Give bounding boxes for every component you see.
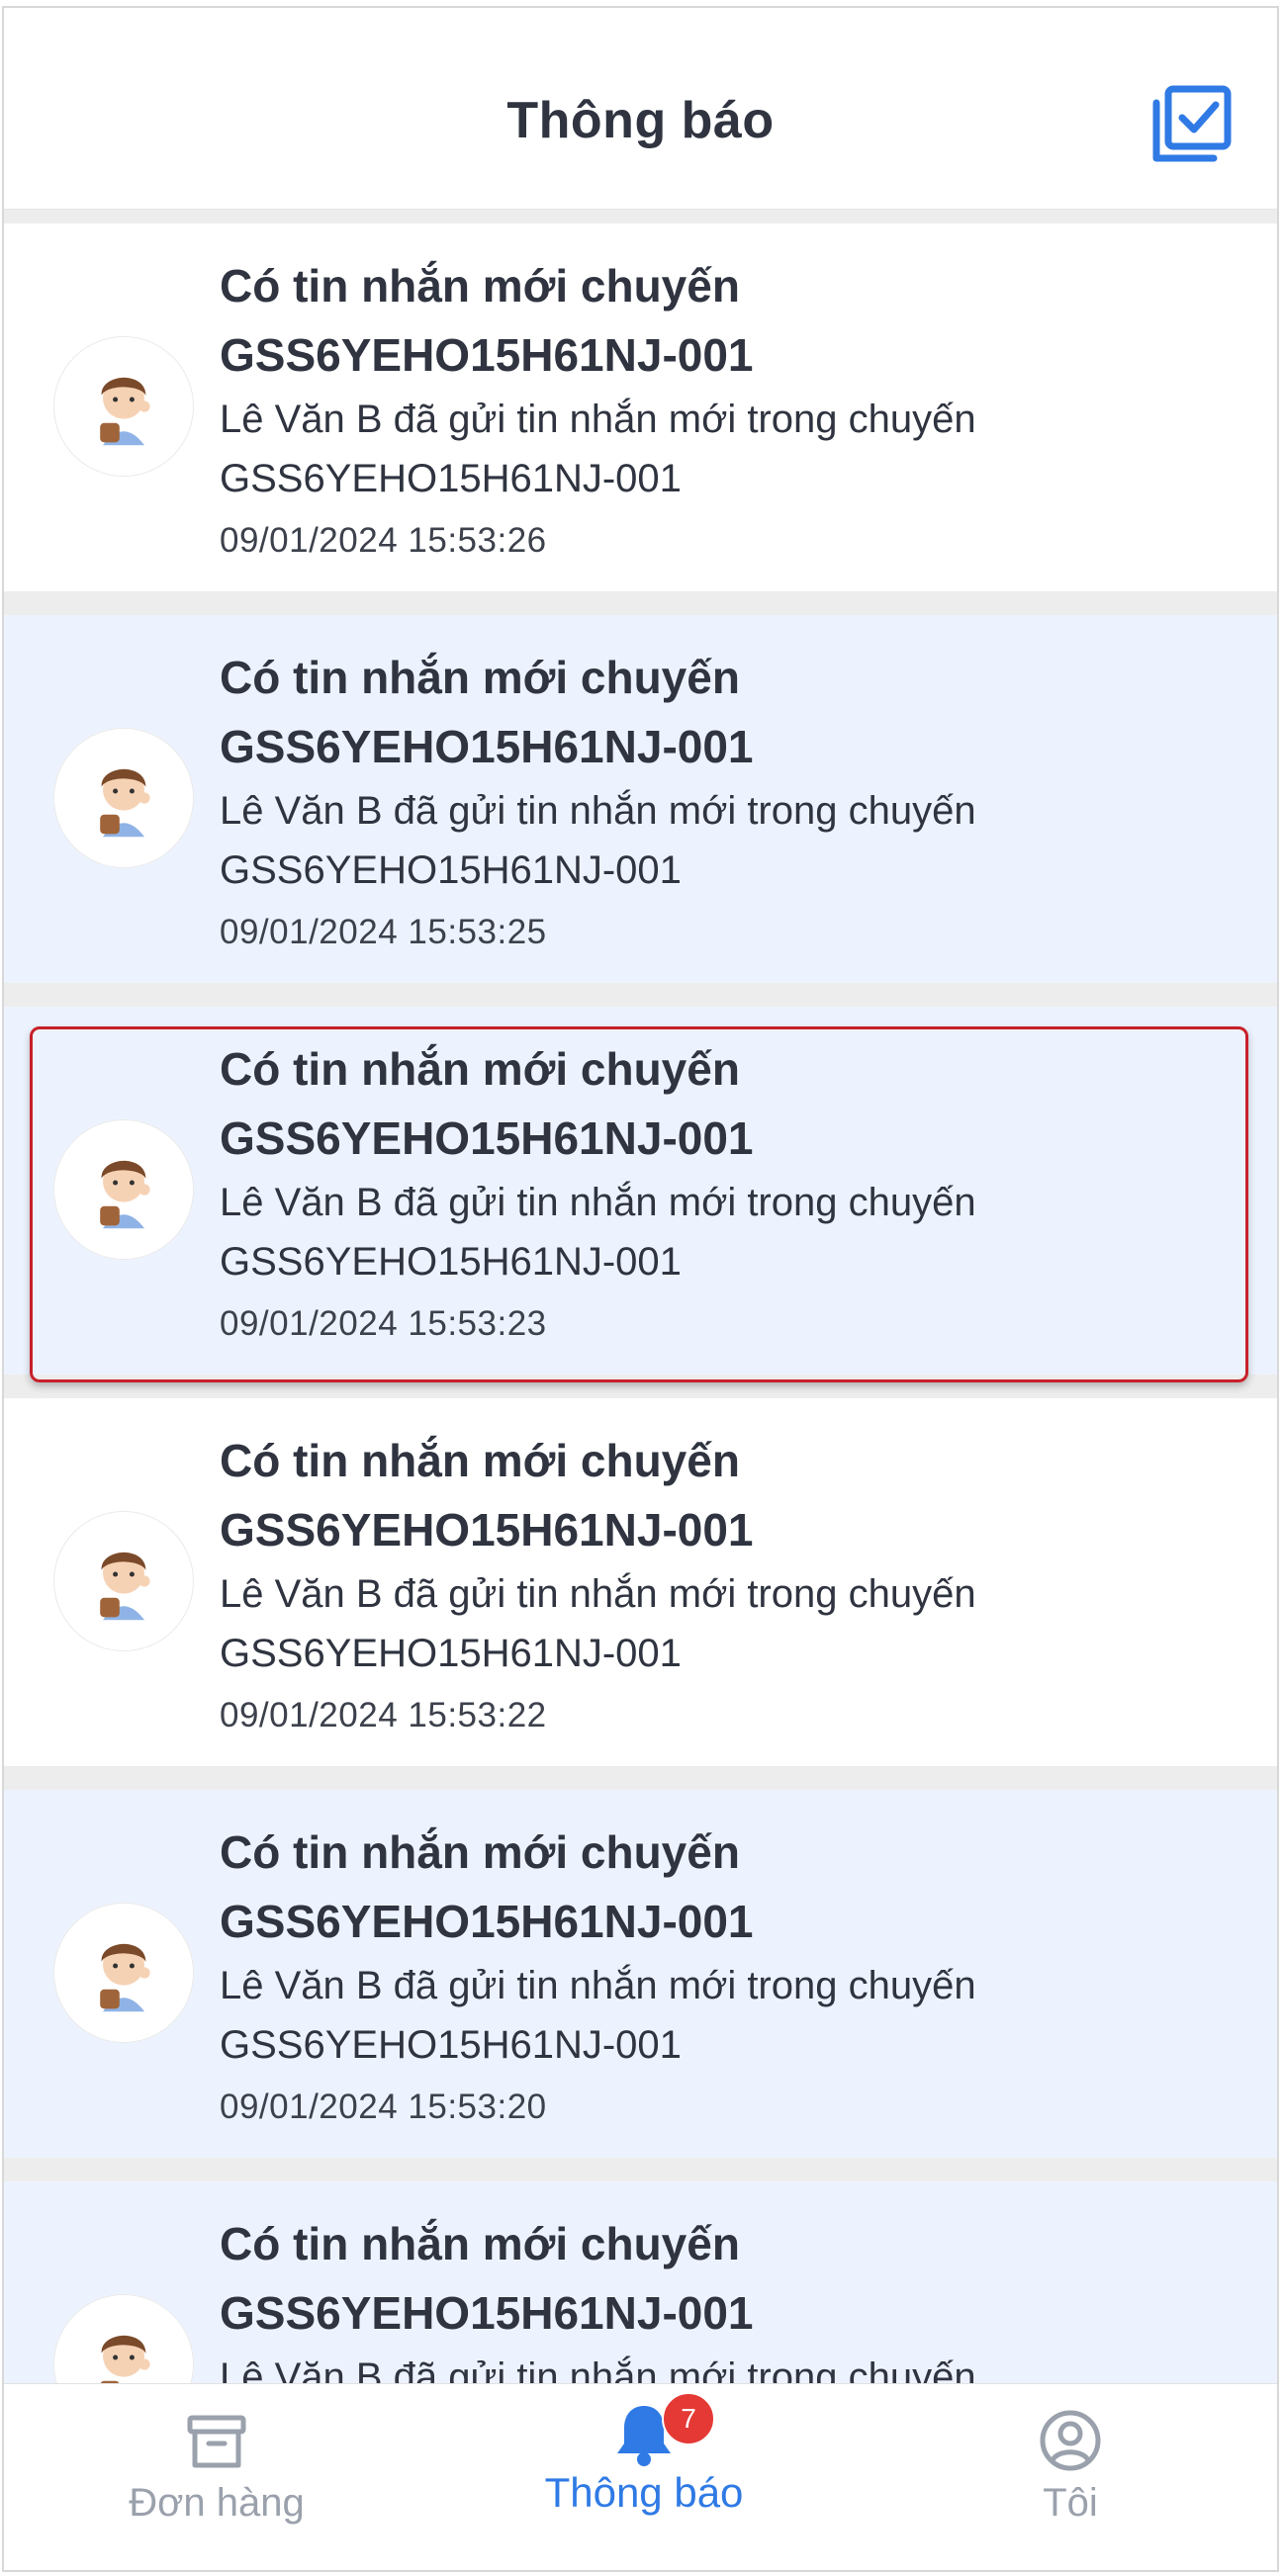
notification-time: 09/01/2024 15:53:20	[220, 2087, 547, 2126]
tab-notifications[interactable]: 7 Thông báo	[496, 2384, 792, 2570]
notification-time: 09/01/2024 15:53:23	[220, 1304, 547, 1343]
notification-time: 09/01/2024 15:53:25	[220, 913, 547, 951]
notification-body: Lê Văn B đã gửi tin nhắn mới trong chuyế…	[220, 1572, 976, 1675]
notification-title: Có tin nhắn mới chuyến GSS6YEHO15H61NJ-0…	[220, 2218, 754, 2339]
notification-time: 09/01/2024 15:53:22	[220, 1696, 547, 1734]
app-screen: Thông báo Có tin nhắn mới chuyến GSS6YEH…	[2, 6, 1279, 2572]
page-title: Thông báo	[506, 92, 775, 149]
notification-item[interactable]: Có tin nhắn mới chuyến GSS6YEHO15H61NJ-0…	[4, 1398, 1277, 1766]
notification-title: Có tin nhắn mới chuyến GSS6YEHO15H61NJ-0…	[220, 260, 754, 381]
tab-orders[interactable]: Đơn hàng	[68, 2384, 365, 2570]
notification-title: Có tin nhắn mới chuyến GSS6YEHO15H61NJ-0…	[220, 652, 754, 772]
notification-list[interactable]: Có tin nhắn mới chuyến GSS6YEHO15H61NJ-0…	[4, 210, 1277, 2387]
notification-body: Lê Văn B đã gửi tin nhắn mới trong chuyế…	[220, 398, 976, 500]
notification-count-badge: 7	[662, 2392, 715, 2445]
mark-all-read-icon[interactable]	[1150, 85, 1234, 164]
tab-notifications-label: Thông báo	[544, 2469, 744, 2516]
notification-body: Lê Văn B đã gửi tin nhắn mới trong chuyế…	[220, 789, 976, 892]
avatar	[53, 1511, 194, 1651]
notification-title: Có tin nhắn mới chuyến GSS6YEHO15H61NJ-0…	[220, 1043, 754, 1164]
app-header: Thông báo	[4, 8, 1277, 210]
notification-time: 09/01/2024 15:53:26	[220, 521, 547, 560]
notification-item[interactable]: Có tin nhắn mới chuyến GSS6YEHO15H61NJ-0…	[4, 615, 1277, 983]
notification-item[interactable]: Có tin nhắn mới chuyến GSS6YEHO15H61NJ-0…	[4, 1790, 1277, 2158]
avatar	[53, 728, 194, 868]
tab-me-label: Tôi	[1043, 2481, 1098, 2525]
avatar	[53, 1903, 194, 2043]
tab-me[interactable]: Tôi	[922, 2384, 1219, 2570]
avatar	[53, 336, 194, 477]
avatar	[53, 2294, 194, 2387]
notification-item[interactable]: Có tin nhắn mới chuyến GSS6YEHO15H61NJ-0…	[4, 2181, 1277, 2387]
notification-item-selected[interactable]: Có tin nhắn mới chuyến GSS6YEHO15H61NJ-0…	[4, 1007, 1277, 1382]
notification-title: Có tin nhắn mới chuyến GSS6YEHO15H61NJ-0…	[220, 1435, 754, 1555]
notification-body: Lê Văn B đã gửi tin nhắn mới trong chuyế…	[220, 2355, 976, 2387]
notification-title: Có tin nhắn mới chuyến GSS6YEHO15H61NJ-0…	[220, 1826, 754, 1947]
user-circle-icon	[1036, 2406, 1105, 2475]
avatar	[53, 1119, 194, 1260]
notification-body: Lê Văn B đã gửi tin nhắn mới trong chuyế…	[220, 1964, 976, 2067]
bottom-tab-bar: Đơn hàng 7 Thông báo Tôi	[4, 2383, 1277, 2570]
tab-orders-label: Đơn hàng	[129, 2481, 305, 2525]
archive-box-icon	[182, 2406, 251, 2475]
notification-item[interactable]: Có tin nhắn mới chuyến GSS6YEHO15H61NJ-0…	[4, 223, 1277, 591]
notification-body: Lê Văn B đã gửi tin nhắn mới trong chuyế…	[220, 1181, 976, 1284]
